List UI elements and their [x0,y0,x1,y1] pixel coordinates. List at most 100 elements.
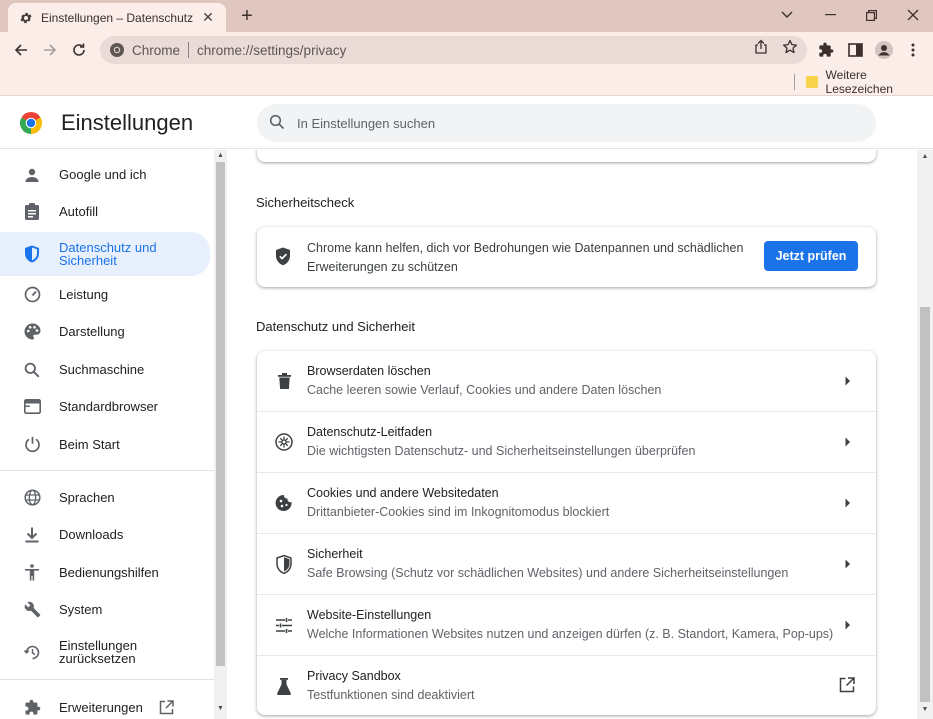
shield-icon [22,244,42,264]
bookmarks-separator [794,74,795,90]
bookmark-star-icon[interactable] [781,38,799,56]
sidebar-item-darstellung[interactable]: Darstellung [0,313,210,350]
check-now-button[interactable]: Jetzt prüfen [764,241,858,271]
sidebar-item-datenschutz[interactable]: Datenschutz und Sicherheit [0,232,210,276]
browser-toolbar: Chrome chrome://settings/privacy [0,32,933,68]
restore-window-icon[interactable] [851,2,891,28]
folder-icon [806,76,818,88]
scroll-down-arrow-icon[interactable]: ▼ [216,705,225,713]
sidebar-item-standardbrowser[interactable]: Standardbrowser [0,388,210,425]
trash-icon [274,371,294,391]
chevron-right-icon [843,435,853,449]
row-title: Sicherheit [307,547,363,561]
active-tab[interactable]: Einstellungen – Datenschutz und ✕ [8,3,226,32]
sidebar-item-label: Sprachen [59,490,115,505]
settings-main: Sicherheitscheck Chrome kann helfen, dic… [227,150,917,719]
settings-gear-icon [18,10,34,26]
row-title: Privacy Sandbox [307,669,401,683]
bookmark-folder-other[interactable]: Weitere Lesezeichen [806,68,933,96]
sidebar-item-google-und-ich[interactable]: Google und ich [0,156,210,193]
tab-close-icon[interactable]: ✕ [200,9,216,26]
accessibility-icon [22,563,42,583]
side-panel-icon[interactable] [845,40,865,60]
omnibox-url: chrome://settings/privacy [197,42,347,58]
row-title: Datenschutz-Leitfaden [307,425,433,439]
forward-arrow-icon[interactable] [37,37,63,63]
back-arrow-icon[interactable] [8,37,34,63]
row-subtitle: Drittanbieter-Cookies sind im Inkognitom… [307,505,610,519]
safety-check-text: Chrome kann helfen, dich vor Bedrohungen… [307,241,744,274]
minimize-icon[interactable] [810,2,850,28]
row-privacy-guide[interactable]: Datenschutz-Leitfaden Die wichtigsten Da… [257,411,876,472]
sidebar-item-suchmaschine[interactable]: Suchmaschine [0,351,210,388]
extensions-puzzle-icon[interactable] [816,40,836,60]
row-subtitle: Cache leeren sowie Verlauf, Cookies und … [307,383,662,397]
settings-search-box[interactable] [257,104,876,142]
tab-strip: Einstellungen – Datenschutz und ✕ + [0,0,933,32]
sidebar-item-label: Standardbrowser [59,399,158,414]
chevron-right-icon [843,618,853,632]
globe-icon [22,488,42,508]
sidebar-item-label: Bedienungshilfen [59,565,159,580]
main-scrollbar-thumb[interactable] [920,307,930,702]
bookmarks-bar: Weitere Lesezeichen [0,68,933,96]
browser-icon [22,397,42,417]
share-icon[interactable] [752,38,770,56]
person-icon [22,165,42,185]
row-subtitle: Welche Informationen Websites nutzen und… [307,627,834,641]
search-icon [269,114,287,132]
tab-search-chevron-icon[interactable] [767,2,807,28]
profile-avatar-icon[interactable] [874,40,894,60]
row-subtitle: Testfunktionen sind deaktiviert [307,688,475,702]
external-link-icon [159,699,175,716]
sidebar-item-label: Datenschutz und Sicherheit [59,240,157,268]
privacy-section-heading: Datenschutz und Sicherheit [256,319,415,334]
sidebar-item-leistung[interactable]: Leistung [0,276,210,313]
sidebar-item-sprachen[interactable]: Sprachen [0,479,210,516]
scroll-down-arrow-icon[interactable]: ▼ [920,706,930,714]
scroll-up-arrow-icon[interactable]: ▲ [216,152,225,160]
sidebar-item-autofill[interactable]: Autofill [0,193,210,230]
flask-icon [274,676,294,696]
safety-shield-icon [275,247,295,267]
cookie-icon [274,493,294,513]
close-window-icon[interactable] [893,2,933,28]
sidebar-item-label: Leistung [59,287,109,302]
row-cookies[interactable]: Cookies und andere Websitedaten Drittanb… [257,472,876,533]
sidebar-item-erweiterungen[interactable]: Erweiterungen [0,689,210,719]
sidebar-item-downloads[interactable]: Downloads [0,516,210,553]
external-link-icon [839,677,857,695]
previous-card-bottom [257,150,876,162]
sidebar-item-label: Erweiterungen [59,700,143,715]
sidebar-item-bedienungshilfen[interactable]: Bedienungshilfen [0,554,210,591]
row-privacy-sandbox[interactable]: Privacy Sandbox Testfunktionen sind deak… [257,655,876,716]
sidebar-scrollbar-thumb[interactable] [216,162,225,666]
address-bar[interactable]: Chrome chrome://settings/privacy [100,36,807,64]
sidebar-item-label: Google und ich [59,167,147,182]
reload-icon[interactable] [66,37,92,63]
sidebar-item-system[interactable]: System [0,591,210,628]
sidebar-item-label: Darstellung [59,324,125,339]
bookmark-folder-label: Weitere Lesezeichen [825,68,893,96]
settings-search-input[interactable] [297,115,817,131]
row-security[interactable]: Sicherheit Safe Browsing (Schutz vor sch… [257,533,876,594]
puzzle-icon [22,698,42,718]
download-icon [22,525,42,545]
row-title: Browserdaten löschen [307,364,431,378]
tune-icon [274,615,294,635]
scroll-up-arrow-icon[interactable]: ▲ [920,153,930,161]
safety-check-heading: Sicherheitscheck [256,195,355,210]
sidebar-item-zuruecksetzen[interactable]: Einstellungen zurücksetzen [0,630,210,674]
sidebar-item-label: Autofill [59,204,99,219]
tab-title: Einstellungen – Datenschutz und [41,10,194,25]
sidebar-item-beim-start[interactable]: Beim Start [0,426,210,463]
main-scrollbar[interactable]: ▲ ▼ [917,150,933,719]
sidebar-scrollbar[interactable]: ▲ ▼ [214,150,227,719]
sidebar-divider [0,470,214,471]
row-clear-browsing-data[interactable]: Browserdaten löschen Cache leeren sowie … [257,351,876,412]
new-tab-button[interactable]: + [236,6,258,28]
privacy-settings-card: Browserdaten löschen Cache leeren sowie … [257,351,876,715]
row-site-settings[interactable]: Website-Einstellungen Welche Information… [257,594,876,655]
row-title: Cookies und andere Websitedaten [307,486,499,500]
menu-kebab-icon[interactable] [903,40,923,60]
